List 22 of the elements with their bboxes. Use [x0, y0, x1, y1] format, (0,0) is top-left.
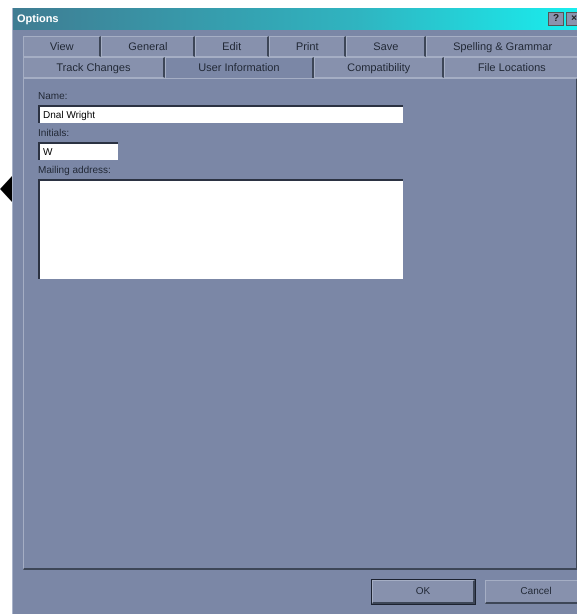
tab[interactable]: Spelling & Grammar [426, 36, 577, 57]
tab[interactable]: Save [346, 36, 426, 57]
dialog-button[interactable]: OK [372, 580, 475, 604]
tab[interactable]: View [23, 36, 102, 57]
tab[interactable]: General [101, 36, 196, 57]
dialog-button[interactable]: Cancel [485, 580, 577, 604]
mailing-address-field[interactable] [38, 179, 403, 279]
tab[interactable]: Track Changes [23, 57, 165, 78]
tab[interactable]: Compatibility [314, 57, 444, 78]
input-field[interactable]: Dnal Wright [38, 105, 403, 123]
tab[interactable]: Edit [195, 36, 270, 57]
close-button[interactable]: × [566, 12, 577, 26]
tab[interactable]: User Information [164, 57, 314, 78]
field-label: Mailing address: [38, 165, 112, 176]
pointer-arrow-icon [0, 176, 12, 202]
tab[interactable]: File Locations [444, 57, 577, 78]
tab[interactable]: Print [269, 36, 346, 57]
field-label: Name: [38, 91, 68, 102]
window-title: Options [17, 13, 60, 25]
input-field[interactable]: W [38, 142, 118, 160]
field-label: Initials: [38, 128, 70, 139]
help-button[interactable]: ? [548, 12, 564, 26]
